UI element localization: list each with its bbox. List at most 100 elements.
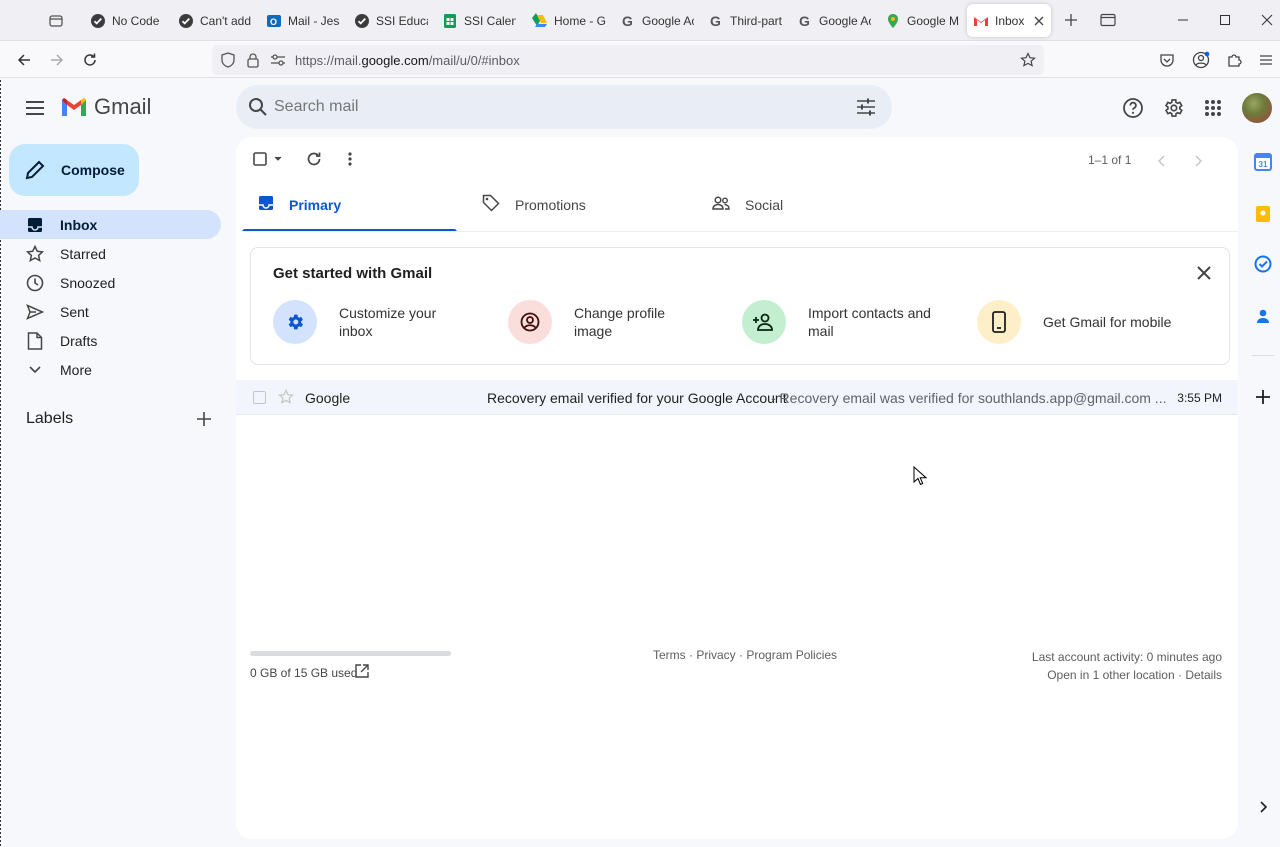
sidebar-item-starred[interactable]: Starred bbox=[0, 239, 221, 268]
older-button[interactable] bbox=[1188, 149, 1208, 173]
google-apps-button[interactable] bbox=[1200, 95, 1226, 121]
lock-icon[interactable] bbox=[245, 52, 261, 68]
program-policies-link[interactable]: Program Policies bbox=[746, 648, 837, 662]
gear-icon bbox=[273, 300, 317, 344]
pencil-icon bbox=[25, 160, 45, 180]
sidebar-item-label: More bbox=[60, 361, 92, 378]
more-options-button[interactable] bbox=[338, 147, 362, 171]
close-tab-icon[interactable] bbox=[1033, 14, 1045, 28]
get-addons-button[interactable] bbox=[1252, 386, 1274, 408]
last-activity-text: Last account activity: 0 minutes ago bbox=[1031, 650, 1222, 664]
gmail-icon bbox=[973, 13, 989, 29]
sidebar-item-snoozed[interactable]: Snoozed bbox=[0, 268, 221, 297]
star-icon[interactable] bbox=[278, 389, 294, 405]
help-icon bbox=[1123, 98, 1143, 118]
browser-tab[interactable]: Can't add bbox=[172, 4, 260, 37]
bookmark-star-icon[interactable] bbox=[1020, 52, 1036, 68]
create-label-button[interactable] bbox=[194, 409, 214, 429]
tab-label: Social bbox=[745, 196, 784, 213]
browser-tab[interactable]: G Google Ac bbox=[614, 4, 702, 37]
check-circle-icon bbox=[90, 13, 106, 29]
tab-overview-button[interactable] bbox=[1093, 8, 1123, 32]
sidebar-item-inbox[interactable]: Inbox bbox=[0, 210, 221, 239]
select-all-checkbox[interactable] bbox=[250, 147, 286, 171]
sidebar-item-drafts[interactable]: Drafts bbox=[0, 326, 221, 355]
close-icon bbox=[1261, 14, 1273, 26]
extensions-button[interactable] bbox=[1222, 48, 1246, 72]
expand-side-panel-button[interactable] bbox=[1252, 796, 1274, 818]
card-label: Change profile image bbox=[574, 305, 666, 339]
get-gmail-mobile-card[interactable]: Get Gmail for mobile bbox=[977, 299, 1197, 345]
app-menu-button[interactable] bbox=[1254, 48, 1278, 72]
shield-icon[interactable] bbox=[220, 52, 236, 68]
gmail-logo[interactable]: Gmail bbox=[60, 94, 151, 120]
sidebar-item-more[interactable]: More bbox=[0, 355, 221, 384]
browser-tab[interactable]: Home - G bbox=[526, 4, 614, 37]
email-time: 3:55 PM bbox=[1177, 391, 1222, 405]
browser-tab-active[interactable]: Inbox - bbox=[967, 4, 1051, 37]
side-panel-divider bbox=[1252, 355, 1274, 356]
forward-button[interactable] bbox=[45, 48, 69, 72]
customize-inbox-card[interactable]: Customize your inbox bbox=[273, 299, 493, 345]
search-icon[interactable] bbox=[246, 95, 270, 119]
privacy-link[interactable]: Privacy bbox=[696, 648, 735, 662]
email-row[interactable]: Google Recovery email verified for your … bbox=[236, 380, 1238, 415]
permissions-icon[interactable] bbox=[270, 52, 286, 68]
tab-primary[interactable]: Primary bbox=[242, 177, 457, 232]
refresh-button[interactable] bbox=[302, 147, 326, 171]
minimize-button[interactable] bbox=[1168, 8, 1198, 32]
chevron-right-icon bbox=[1260, 801, 1267, 813]
details-link[interactable]: Details bbox=[1185, 668, 1222, 682]
search-options-icon[interactable] bbox=[854, 95, 878, 119]
phone-icon bbox=[977, 300, 1021, 344]
account-activity: Last account activity: 0 minutes ago Ope… bbox=[1031, 650, 1222, 682]
tab-title: SSI Calend bbox=[464, 13, 516, 28]
help-button[interactable] bbox=[1120, 95, 1146, 121]
hamburger-icon bbox=[26, 101, 44, 115]
tab-social[interactable]: Social bbox=[696, 177, 911, 232]
browser-tab[interactable]: Google M bbox=[879, 4, 967, 37]
minimize-icon bbox=[1178, 19, 1188, 21]
close-window-button[interactable] bbox=[1252, 8, 1280, 32]
import-contacts-card[interactable]: Import contacts and mail bbox=[742, 299, 962, 345]
calendar-app-icon[interactable]: 31 bbox=[1252, 151, 1274, 173]
back-button[interactable] bbox=[12, 48, 36, 72]
keep-app-icon[interactable] bbox=[1252, 203, 1274, 225]
browser-tab[interactable]: G Google Ac bbox=[791, 4, 879, 37]
terms-link[interactable]: Terms bbox=[653, 648, 686, 662]
contacts-app-icon[interactable] bbox=[1252, 305, 1274, 327]
pocket-button[interactable] bbox=[1155, 48, 1179, 72]
browser-tab[interactable]: SSI Educat bbox=[348, 4, 436, 37]
maximize-button[interactable] bbox=[1210, 8, 1240, 32]
url-text[interactable]: https://mail.google.com/mail/u/0/#inbox bbox=[295, 53, 520, 68]
reload-button[interactable] bbox=[78, 48, 102, 72]
main-menu-button[interactable] bbox=[22, 95, 48, 121]
open-in-new-icon[interactable] bbox=[354, 663, 370, 679]
change-profile-image-card[interactable]: Change profile image bbox=[508, 299, 728, 345]
search-input[interactable] bbox=[274, 93, 834, 121]
storage-text: 0 GB of 15 GB used bbox=[250, 666, 358, 680]
browser-tab[interactable]: SSI Calend bbox=[436, 4, 524, 37]
browser-tab[interactable]: O Mail - Jess bbox=[260, 4, 348, 37]
newer-button[interactable] bbox=[1152, 149, 1172, 173]
new-tab-button[interactable] bbox=[1056, 8, 1086, 32]
compose-button[interactable]: Compose bbox=[9, 144, 139, 196]
settings-button[interactable] bbox=[1160, 95, 1186, 121]
tab-list-button[interactable] bbox=[44, 10, 68, 32]
url-path: /mail/u/0/#inbox bbox=[428, 53, 520, 68]
tab-promotions[interactable]: Promotions bbox=[466, 177, 681, 232]
close-icon[interactable] bbox=[1193, 262, 1215, 284]
browser-tab[interactable]: No Code bbox=[84, 4, 172, 37]
avatar[interactable] bbox=[1242, 93, 1272, 123]
browser-tab[interactable]: G Third-part bbox=[702, 4, 790, 37]
url-bar[interactable]: https://mail.google.com/mail/u/0/#inbox bbox=[212, 45, 1044, 75]
search-bar[interactable] bbox=[236, 85, 892, 129]
email-checkbox[interactable] bbox=[253, 391, 266, 404]
sidebar-item-sent[interactable]: Sent bbox=[0, 297, 221, 326]
get-started-title: Get started with Gmail bbox=[273, 265, 433, 282]
tasks-app-icon[interactable] bbox=[1252, 253, 1274, 275]
window-edge bbox=[0, 0, 1, 847]
footer-links: Terms · Privacy · Program Policies bbox=[653, 648, 838, 662]
plus-icon bbox=[197, 412, 211, 426]
account-button[interactable] bbox=[1189, 48, 1213, 72]
